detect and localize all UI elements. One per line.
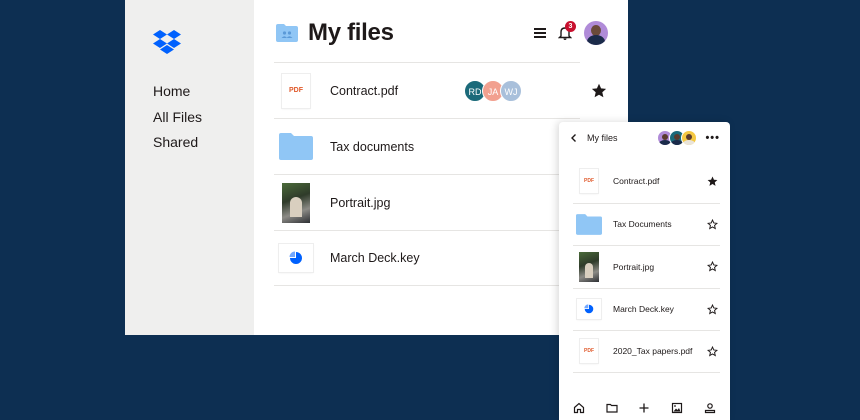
file-name: Portrait.jpg: [613, 261, 655, 272]
mobile-file-row-march-deck[interactable]: March Deck.key: [573, 287, 720, 331]
file-name: Portrait.jpg: [330, 195, 391, 210]
mobile-tab-bar: [559, 396, 730, 420]
photo-thumbnail-icon: [579, 251, 599, 282]
nav-item-home[interactable]: Home: [153, 82, 202, 108]
collaborator-avatars: RD JA WJ: [464, 79, 522, 102]
sidebar: Home All Files Shared: [125, 0, 254, 335]
mobile-title: My files: [587, 133, 618, 143]
pdf-file-icon: PDF: [282, 73, 310, 108]
file-thumbnail: [274, 127, 318, 167]
dropbox-logo-icon[interactable]: [153, 30, 181, 54]
nav-item-all-files[interactable]: All Files: [153, 108, 202, 134]
photos-icon[interactable]: [671, 402, 683, 414]
star-outline-icon[interactable]: [707, 303, 718, 315]
file-name: Contract.pdf: [330, 83, 399, 98]
page-header: My files 3: [276, 16, 608, 50]
folder-icon[interactable]: [606, 402, 618, 414]
star-outline-icon[interactable]: [707, 218, 718, 230]
notification-badge: 3: [565, 21, 576, 32]
pdf-file-icon: PDF: [580, 339, 598, 364]
file-name: Tax Documents: [613, 219, 672, 230]
folder-icon: [576, 213, 602, 235]
mobile-panel: My files ••• PDF Contract.pdf Tax Docume…: [559, 122, 730, 420]
member-avatar[interactable]: [681, 130, 698, 146]
pie-chart-icon: [584, 304, 594, 314]
nav-item-shared[interactable]: Shared: [153, 133, 202, 159]
file-thumbnail: [573, 209, 605, 239]
desktop-window: Home All Files Shared My files 3 PDF Con…: [125, 0, 628, 335]
file-row-portrait[interactable]: Portrait.jpg: [274, 174, 580, 230]
plus-icon[interactable]: [638, 402, 650, 414]
folder-icon: [279, 133, 313, 160]
star-filled-icon[interactable]: [707, 176, 718, 187]
file-thumbnail: [573, 251, 605, 282]
pie-chart-icon: [289, 251, 302, 264]
mobile-file-row-portrait[interactable]: Portrait.jpg: [573, 245, 720, 288]
file-name: March Deck.key: [613, 304, 674, 315]
mobile-file-row-contract[interactable]: PDF Contract.pdf: [573, 160, 720, 203]
notifications-bell[interactable]: 3: [557, 21, 576, 41]
shared-folder-icon: [276, 24, 298, 42]
photo-thumbnail-icon: [282, 182, 310, 223]
mobile-file-row-tax-papers[interactable]: PDF 2020_Tax papers.pdf: [573, 330, 720, 373]
file-row-tax-documents[interactable]: Tax documents: [274, 118, 580, 174]
mobile-header: My files •••: [559, 122, 730, 154]
more-options-icon[interactable]: •••: [705, 132, 720, 144]
user-avatar[interactable]: [584, 21, 608, 45]
header-actions: 3: [534, 21, 608, 45]
file-thumbnail: PDF: [573, 336, 605, 366]
mobile-file-list: PDF Contract.pdf Tax Documents Portrait.…: [573, 160, 720, 373]
pdf-file-icon: PDF: [580, 169, 598, 194]
star-icon[interactable]: [591, 83, 607, 99]
file-row-march-deck[interactable]: March Deck.key: [274, 230, 580, 286]
star-outline-icon[interactable]: [707, 261, 718, 272]
menu-icon[interactable]: [534, 28, 546, 38]
mobile-file-row-tax-documents[interactable]: Tax Documents: [573, 202, 720, 246]
account-icon[interactable]: [704, 402, 716, 414]
file-thumbnail: PDF: [274, 71, 318, 111]
back-chevron-icon[interactable]: [569, 133, 579, 143]
file-thumbnail: [274, 238, 318, 278]
page-title: My files: [308, 19, 394, 46]
file-name: March Deck.key: [330, 251, 420, 265]
mobile-shared-avatars: [657, 130, 698, 146]
file-row-contract[interactable]: PDF Contract.pdf RD JA WJ: [274, 62, 580, 118]
file-name: Contract.pdf: [613, 176, 660, 187]
file-thumbnail: PDF: [573, 166, 605, 196]
file-name: Tax documents: [330, 139, 415, 154]
file-thumbnail: [274, 182, 318, 223]
sidebar-nav: Home All Files Shared: [153, 82, 202, 159]
file-name: 2020_Tax papers.pdf: [613, 346, 693, 357]
star-outline-icon[interactable]: [707, 345, 718, 357]
collaborator-avatar[interactable]: WJ: [500, 79, 522, 102]
keynote-file-icon: [577, 299, 601, 320]
file-list: PDF Contract.pdf RD JA WJ Tax documents: [274, 62, 580, 286]
keynote-file-icon: [279, 244, 313, 272]
file-thumbnail: [573, 294, 605, 324]
home-icon[interactable]: [573, 402, 585, 414]
